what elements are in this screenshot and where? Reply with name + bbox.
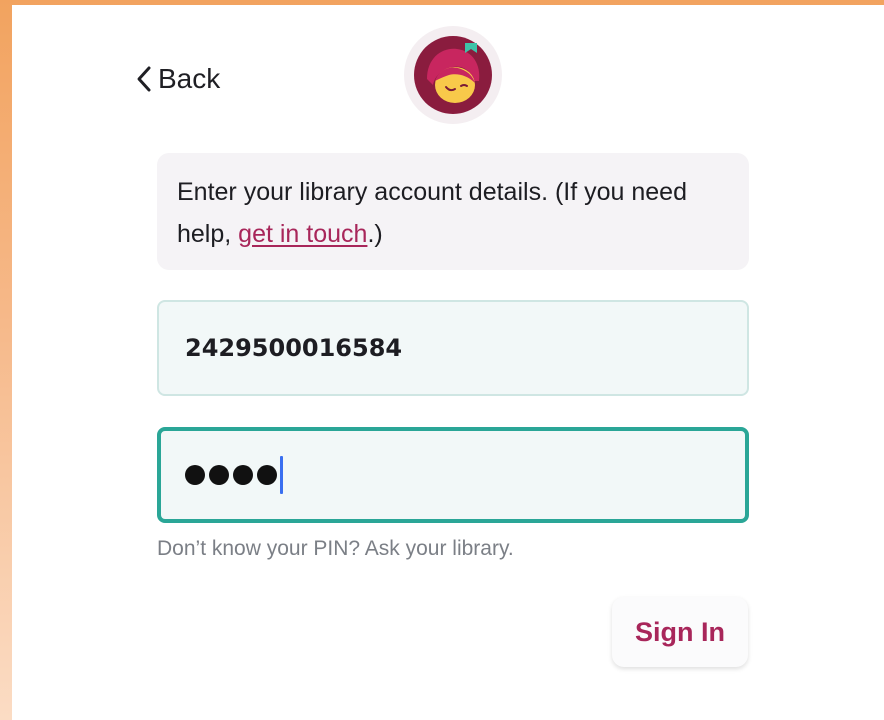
sign-in-button[interactable]: Sign In [612,597,748,667]
pin-field[interactable] [157,427,749,523]
get-in-touch-link[interactable]: get in touch [238,220,367,248]
card-number-field[interactable]: 2429500016584 [157,300,749,396]
pin-dot [209,465,229,485]
pin-masked-value [185,465,277,485]
pin-dot [185,465,205,485]
libby-logo-icon [404,26,502,124]
sign-in-screen: Back Enter your library account details.… [12,5,884,720]
chevron-left-icon [136,65,152,93]
instructions-text-end: .) [367,220,383,248]
card-number-value: 2429500016584 [185,334,403,362]
back-button[interactable]: Back [136,57,220,101]
pin-dot [257,465,277,485]
account-details-instructions: Enter your library account details. (If … [157,153,749,270]
back-label: Back [158,63,221,94]
pin-hint: Don’t know your PIN? Ask your library. [157,537,514,560]
pin-dot [233,465,253,485]
text-cursor [280,456,283,494]
